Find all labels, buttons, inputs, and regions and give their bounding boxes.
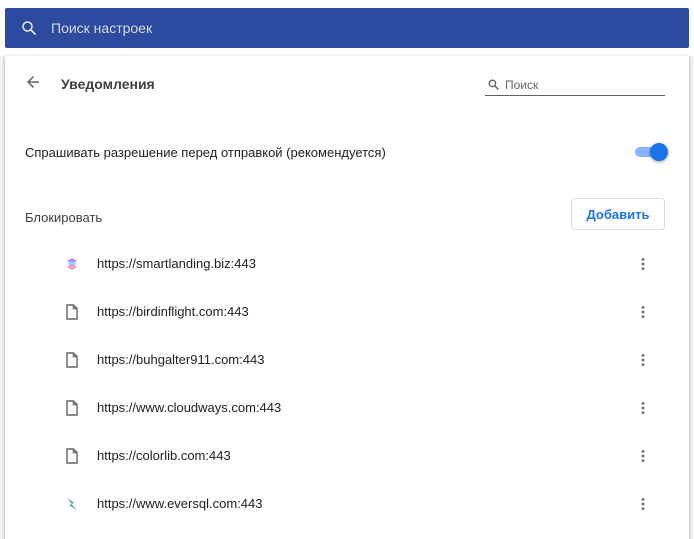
block-section-header: Блокировать Добавить	[5, 190, 689, 234]
more-vert-icon[interactable]	[631, 492, 655, 516]
notifications-search-input[interactable]	[505, 77, 655, 92]
site-url: https://buhgalter911.com:443	[97, 352, 265, 367]
toggle-knob	[650, 143, 668, 161]
site-row[interactable]: https://www.eversql.com:443	[5, 480, 689, 528]
top-bar	[0, 0, 694, 56]
blocked-sites-list: https://smartlanding.biz:443 https://bir…	[5, 240, 689, 528]
notifications-card: Уведомления Спрашивать разрешение перед …	[5, 56, 689, 539]
notifications-search[interactable]	[485, 74, 665, 96]
more-vert-icon[interactable]	[631, 396, 655, 420]
page-icon	[63, 399, 81, 417]
more-vert-icon[interactable]	[631, 348, 655, 372]
site-url: https://www.cloudways.com:443	[97, 400, 282, 415]
page-header: Уведомления	[5, 56, 689, 114]
page-icon	[63, 303, 81, 321]
site-row[interactable]: https://www.cloudways.com:443	[5, 384, 689, 432]
site-url: https://www.eversql.com:443	[97, 496, 263, 511]
eversql-favicon-icon	[63, 495, 81, 513]
add-button[interactable]: Добавить	[571, 198, 665, 230]
page-icon	[63, 351, 81, 369]
site-row[interactable]: https://birdinflight.com:443	[5, 288, 689, 336]
site-url: https://smartlanding.biz:443	[97, 256, 256, 271]
site-url: https://birdinflight.com:443	[97, 304, 249, 319]
arrow-back-icon	[24, 73, 42, 96]
ask-permission-toggle[interactable]	[633, 143, 668, 161]
block-section-label: Блокировать	[25, 210, 103, 225]
settings-search-bar[interactable]	[5, 8, 689, 48]
back-button[interactable]	[21, 72, 45, 96]
site-row[interactable]: https://buhgalter911.com:443	[5, 336, 689, 384]
more-vert-icon[interactable]	[631, 300, 655, 324]
page-title: Уведомления	[61, 76, 155, 92]
site-row[interactable]: https://colorlib.com:443	[5, 432, 689, 480]
search-icon	[485, 77, 501, 93]
smartlanding-favicon-icon	[63, 255, 81, 273]
site-url: https://colorlib.com:443	[97, 448, 231, 463]
more-vert-icon[interactable]	[631, 444, 655, 468]
more-vert-icon[interactable]	[631, 252, 655, 276]
ask-permission-label: Спрашивать разрешение перед отправкой (р…	[25, 145, 386, 160]
ask-permission-row: Спрашивать разрешение перед отправкой (р…	[5, 126, 689, 178]
settings-search-input[interactable]	[51, 20, 611, 36]
search-icon[interactable]	[19, 18, 39, 38]
page-icon	[63, 447, 81, 465]
site-row[interactable]: https://smartlanding.biz:443	[5, 240, 689, 288]
